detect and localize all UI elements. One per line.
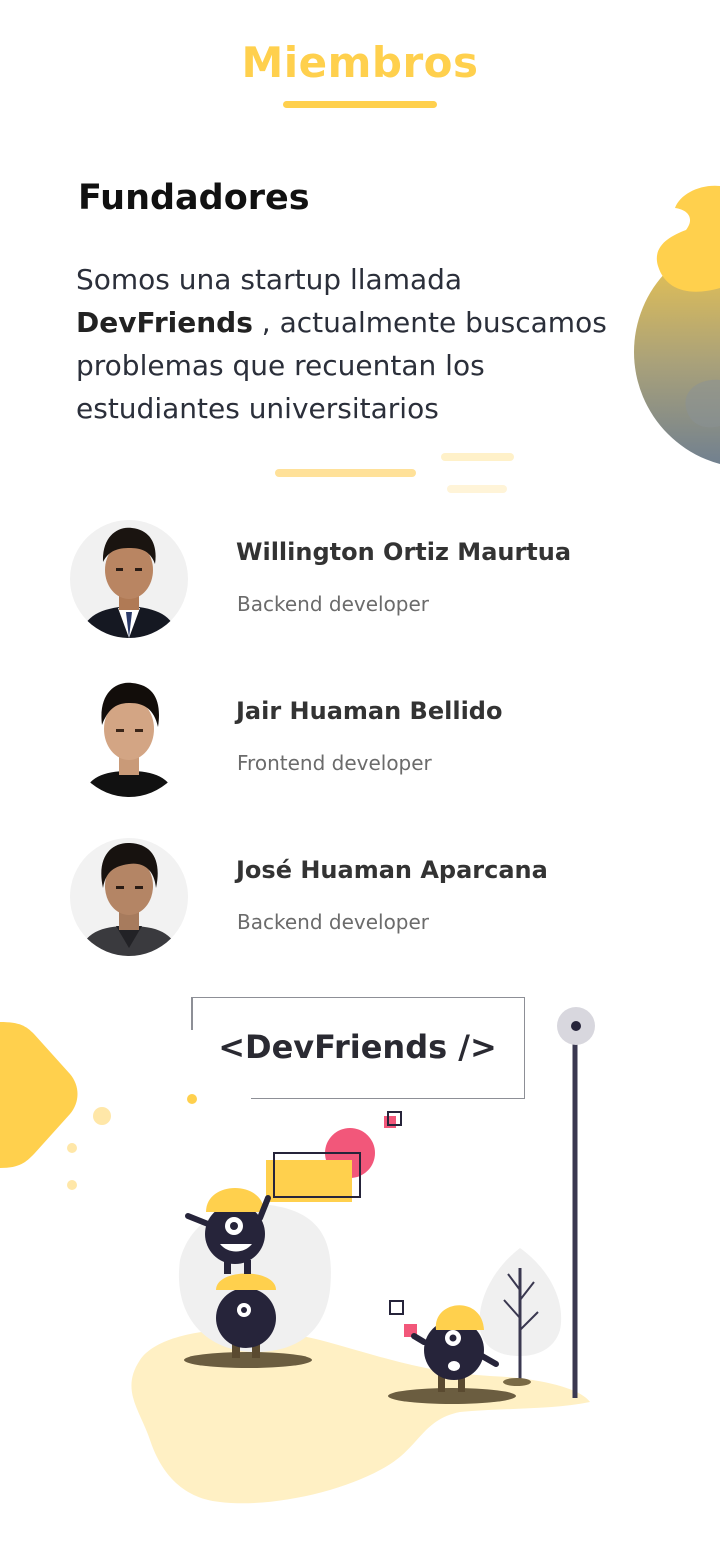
- brand-name-inline: DevFriends: [76, 306, 253, 339]
- member-role: Frontend developer: [237, 751, 432, 775]
- member-name: Jair Huaman Bellido: [236, 697, 503, 725]
- section-title: Fundadores: [78, 178, 310, 218]
- member-name: Willington Ortiz Maurtua: [236, 538, 572, 566]
- left-diamond-decoration: [0, 1022, 111, 1190]
- avatar: [70, 838, 188, 956]
- decorative-line: [275, 469, 416, 477]
- member-item: Jair Huaman Bellido Frontend developer: [70, 679, 670, 797]
- member-item: José Huaman Aparcana Backend developer: [70, 838, 670, 956]
- member-item: Willington Ortiz Maurtua Backend develop…: [70, 520, 670, 638]
- member-name: José Huaman Aparcana: [236, 856, 548, 884]
- title-underline: [283, 101, 437, 108]
- member-role: Backend developer: [237, 910, 430, 934]
- decorative-line: [441, 453, 514, 461]
- intro-paragraph: Somos una startup llamada DevFriends , ac…: [76, 263, 607, 425]
- decorative-line: [447, 485, 507, 493]
- avatar: [70, 679, 188, 797]
- avatar: [70, 520, 188, 638]
- page-title: Miembros: [241, 38, 479, 87]
- monsters-illustration: [131, 1007, 595, 1504]
- member-role: Backend developer: [237, 592, 430, 616]
- top-right-blob-illustration: [634, 185, 720, 465]
